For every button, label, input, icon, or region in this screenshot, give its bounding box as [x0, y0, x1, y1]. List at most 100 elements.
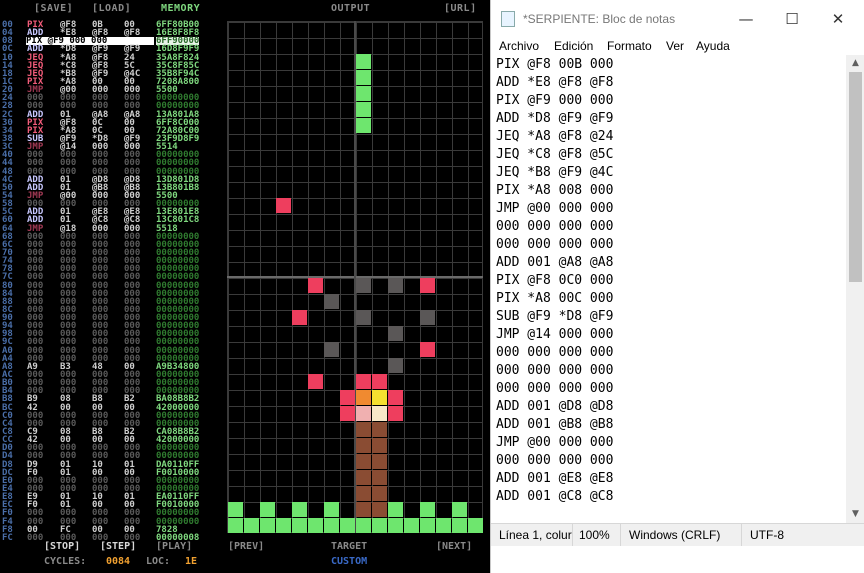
output-pixel	[244, 518, 259, 533]
memory-header: MEMORY	[161, 3, 201, 14]
output-pixel	[388, 518, 403, 533]
output-pixel	[356, 374, 371, 389]
scroll-down-arrow-icon[interactable]: ▼	[846, 506, 864, 523]
menu-ayuda[interactable]: Ayuda	[696, 39, 730, 53]
loc-value: 1E	[185, 556, 198, 567]
notepad-window: *SERPIENTE: Bloc de notas — ☐ ✕ Archivo …	[490, 0, 864, 573]
output-pixel	[420, 342, 435, 357]
controls-row: [STOP] [STEP] [PLAY] [PREV] TARGET [NEXT…	[0, 541, 490, 553]
text-line: 000 000 000 000	[496, 237, 614, 252]
scrollbar-thumb[interactable]	[849, 72, 862, 282]
scroll-up-arrow-icon[interactable]: ▲	[846, 55, 864, 72]
text-line: JMP @00 000 000	[496, 435, 614, 450]
output-pixel	[356, 486, 371, 501]
menu-archivo[interactable]: Archivo	[499, 39, 539, 53]
output-pixel	[372, 454, 387, 469]
text-line: ADD *D8 @F9 @F9	[496, 111, 614, 126]
output-pixel	[356, 54, 371, 69]
output-pixel	[372, 390, 387, 405]
window-title: *SERPIENTE: Bloc de notas	[523, 12, 676, 26]
output-header: OUTPUT	[331, 3, 371, 14]
status-encoding: UTF-8	[750, 528, 784, 542]
output-pixel	[420, 502, 435, 517]
output-pixel	[388, 278, 403, 293]
output-pixel	[228, 518, 243, 533]
text-line: ADD 001 @A8 @A8	[496, 255, 614, 270]
text-line: JEQ *C8 @F8 @5C	[496, 147, 614, 162]
output-pixel	[420, 518, 435, 533]
output-pixel	[356, 102, 371, 117]
output-pixel	[356, 310, 371, 325]
text-line: ADD 001 @B8 @B8	[496, 417, 614, 432]
output-pixel	[324, 502, 339, 517]
output-pixel	[452, 518, 467, 533]
output-pixel	[340, 390, 355, 405]
output-pixel	[452, 502, 467, 517]
output-pixel	[372, 406, 387, 421]
maximize-button[interactable]: ☐	[769, 4, 815, 34]
prev-button[interactable]: [PREV]	[228, 541, 264, 552]
output-pixel	[356, 454, 371, 469]
output-display	[227, 21, 483, 533]
close-button[interactable]: ✕	[815, 4, 861, 34]
target-label: TARGET	[331, 541, 368, 552]
status-separator	[741, 524, 742, 546]
output-pixel	[356, 422, 371, 437]
output-pixel	[372, 502, 387, 517]
text-line: PIX @F8 00B 000	[496, 57, 614, 72]
save-button[interactable]: [SAVE]	[34, 3, 73, 14]
vertical-scrollbar[interactable]: ▲ ▼	[846, 55, 864, 523]
output-pixel	[420, 278, 435, 293]
output-pixel	[260, 502, 275, 517]
text-line: ADD 001 @E8 @E8	[496, 471, 614, 486]
output-pixel	[356, 86, 371, 101]
status-separator	[572, 524, 573, 546]
output-pixel	[356, 390, 371, 405]
output-pixel	[324, 294, 339, 309]
load-button[interactable]: [LOAD]	[92, 3, 131, 14]
output-pixel	[324, 518, 339, 533]
output-pixel	[372, 438, 387, 453]
status-eol: Windows (CRLF)	[629, 528, 721, 542]
text-line: PIX @F9 000 000	[496, 93, 614, 108]
output-pixel	[308, 374, 323, 389]
text-line: 000 000 000 000	[496, 363, 614, 378]
output-pixel	[420, 310, 435, 325]
notepad-icon	[501, 11, 515, 27]
output-pixel	[356, 470, 371, 485]
target-value[interactable]: CUSTOM	[331, 556, 367, 567]
step-button[interactable]: [STEP]	[100, 541, 136, 552]
output-pixel	[468, 518, 483, 533]
minimize-button[interactable]: —	[723, 4, 769, 34]
output-pixel	[308, 518, 323, 533]
status-separator	[620, 524, 621, 546]
status-bar: Línea 1, colur 100% Windows (CRLF) UTF-8	[491, 523, 864, 546]
text-editor[interactable]: PIX @F8 00B 000 ADD *E8 @F8 @F8 PIX @F9 00…	[491, 55, 846, 523]
output-pixel	[372, 422, 387, 437]
code-arg3: @F8	[124, 28, 141, 39]
output-pixel	[276, 518, 291, 533]
menu-formato[interactable]: Formato	[607, 39, 652, 53]
text-line: 000 000 000 000	[496, 453, 614, 468]
text-line: PIX *A8 00C 000	[496, 291, 614, 306]
text-line: 000 000 000 000	[496, 345, 614, 360]
status-zoom: 100%	[579, 528, 610, 542]
output-pixel	[356, 278, 371, 293]
url-button[interactable]: [URL]	[444, 3, 477, 14]
menu-edicion[interactable]: Edición	[554, 39, 593, 53]
play-button[interactable]: [PLAY]	[156, 541, 192, 552]
status-position: Línea 1, colur	[499, 528, 572, 542]
text-line: 000 000 000 000	[496, 381, 614, 396]
output-pixel	[356, 70, 371, 85]
text-line: ADD 001 @C8 @C8	[496, 489, 614, 504]
cycles-value: 0084	[106, 556, 131, 567]
text-line: PIX @F8 0C0 000	[496, 273, 614, 288]
text-line: 000 000 000 000	[496, 219, 614, 234]
output-pixel	[340, 406, 355, 421]
next-button[interactable]: [NEXT]	[436, 541, 472, 552]
menu-ver[interactable]: Ver	[666, 39, 684, 53]
output-pixel	[228, 502, 243, 517]
stop-button[interactable]: [STOP]	[44, 541, 80, 552]
menu-bar: Archivo Edición Formato Ver Ayuda	[491, 38, 864, 56]
status-row: CYCLES: 0084 LOC: 1E CUSTOM	[0, 556, 490, 568]
